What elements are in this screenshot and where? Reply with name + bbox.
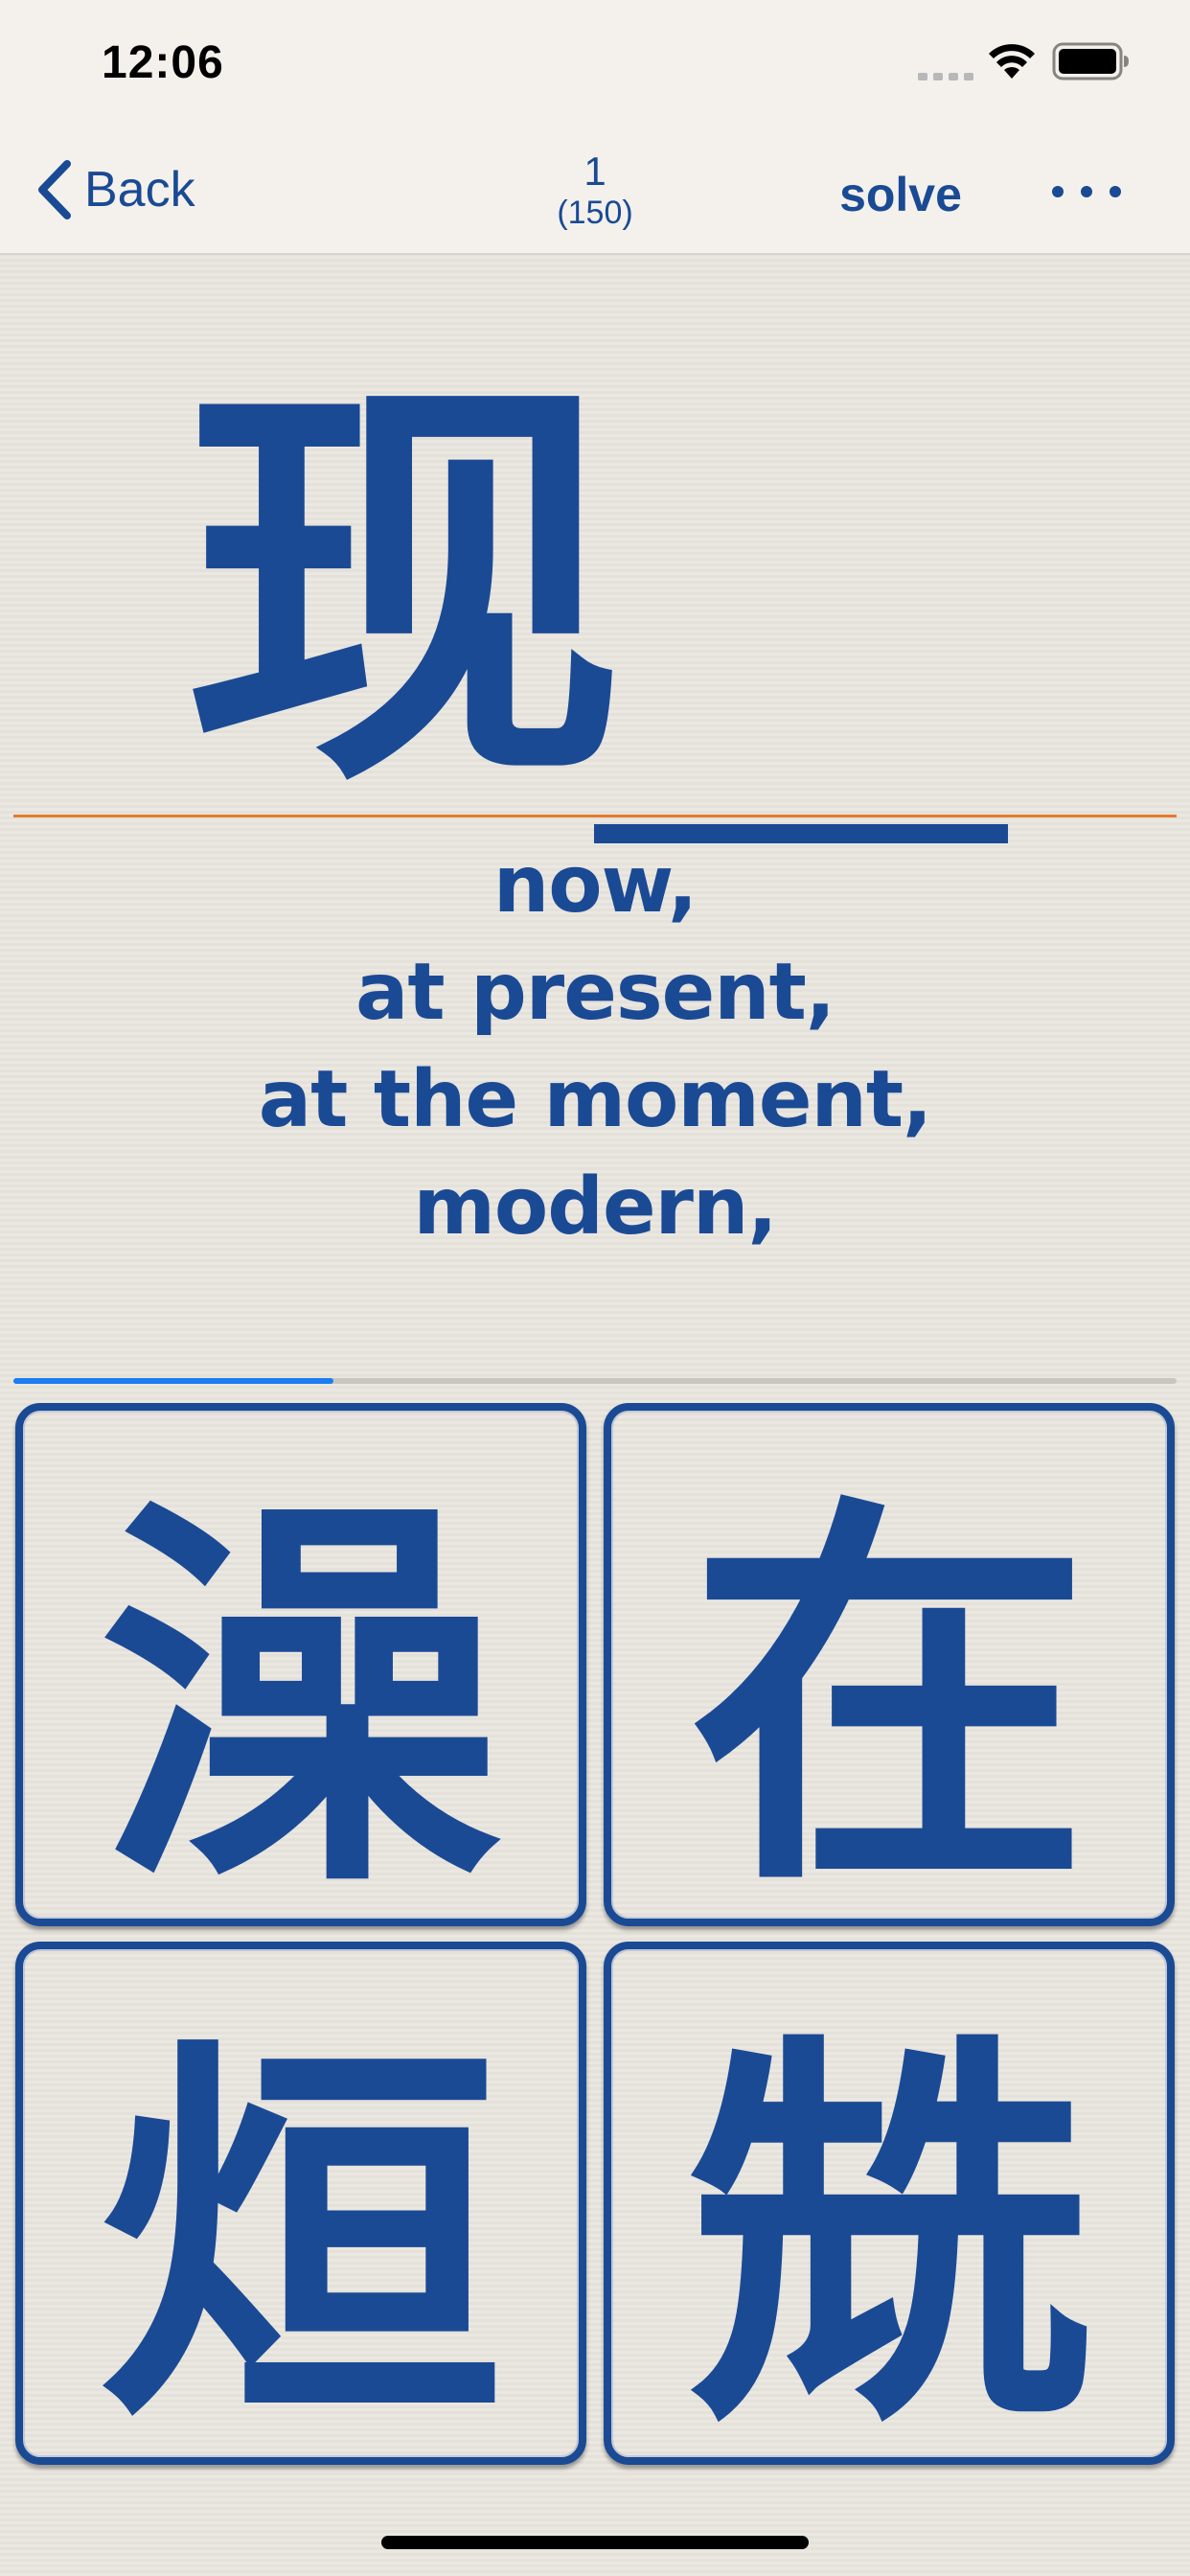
answer-option-1[interactable]: 澡 (15, 1403, 586, 1926)
wifi-icon (989, 44, 1035, 79)
option-character: 在 (688, 1467, 1090, 1926)
back-button[interactable]: Back (34, 155, 195, 224)
current-card-number: 1 (584, 149, 606, 194)
meaning-item: at present, (355, 947, 835, 1038)
solve-button[interactable]: solve (824, 161, 977, 228)
option-character: 澡 (100, 1467, 502, 1926)
cellular-signal-icon (918, 73, 973, 80)
meaning-item: now, (492, 840, 698, 931)
progress-fill (13, 1378, 333, 1384)
meaning-item: at the moment, (258, 1054, 932, 1145)
ellipsis-icon[interactable] (1048, 171, 1125, 215)
question-character: 现 (182, 345, 625, 836)
meaning-item: modern, (413, 1162, 777, 1253)
progress-bar (13, 1378, 1177, 1384)
card-counter: 1 (150) (499, 150, 691, 232)
option-character: 兟 (688, 2006, 1090, 2465)
answer-option-4[interactable]: 兟 (604, 1942, 1175, 2465)
total-card-count: (150) (557, 195, 633, 231)
navigation-bar: Back 1 (150) solve (0, 126, 1190, 255)
home-indicator[interactable] (381, 2536, 809, 2549)
chevron-left-icon (38, 160, 71, 219)
divider-line (13, 815, 1177, 817)
meaning-list: now, at present, at the moment, modern, (96, 832, 1094, 1261)
status-bar: 12:06 (0, 0, 1190, 126)
option-character: 烜 (100, 2006, 502, 2465)
status-time: 12:06 (102, 37, 224, 88)
answer-option-3[interactable]: 烜 (15, 1942, 586, 2465)
back-label: Back (84, 162, 195, 218)
answer-option-2[interactable]: 在 (604, 1403, 1175, 1926)
battery-icon (1052, 42, 1129, 80)
